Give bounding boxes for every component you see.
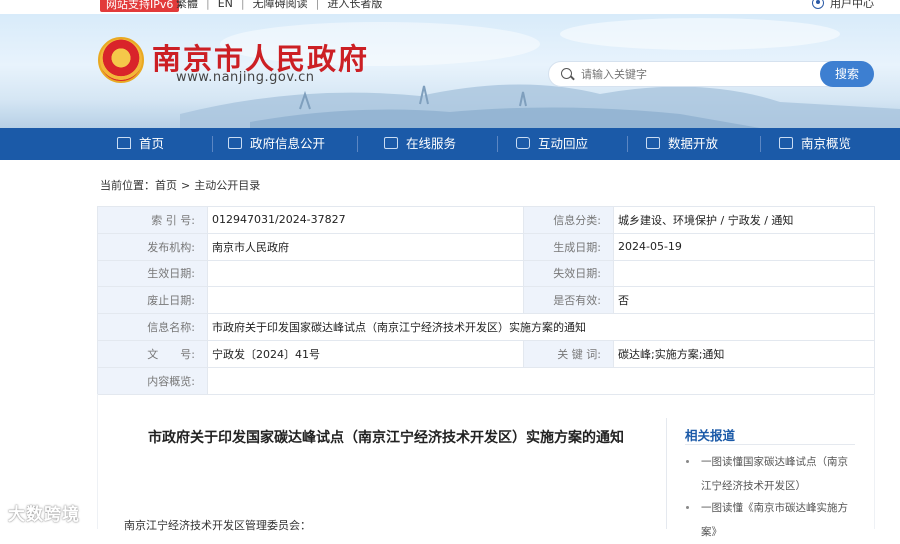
publisher-label: 发布机构:	[97, 232, 208, 261]
table-row: 文 号: 宁政发〔2024〕41号 关 键 词: 碳达峰;实施方案;通知	[97, 339, 875, 368]
index-number-label: 索 引 号:	[97, 206, 208, 234]
national-emblem-logo[interactable]	[98, 37, 144, 83]
info-name-value: 市政府关于印发国家碳达峰试点（南京江宁经济技术开发区）实施方案的通知	[207, 313, 875, 341]
expiry-date-value	[613, 259, 875, 288]
keywords-value: 碳达峰;实施方案;通知	[613, 339, 875, 368]
nav-item-interaction[interactable]: 互动回应	[516, 128, 588, 160]
data-icon	[646, 137, 660, 149]
article-title: 市政府关于印发国家碳达峰试点（南京江宁经济技术开发区）实施方案的通知	[148, 430, 624, 446]
related-reports-heading: 相关报道	[685, 428, 736, 443]
english-link[interactable]: EN	[218, 0, 233, 10]
ipv6-badge: 网站支持IPv6	[100, 0, 180, 12]
nav-divider	[212, 136, 213, 152]
nav-item-gov-info[interactable]: 政府信息公开	[228, 128, 325, 160]
nav-item-nanjing-overview[interactable]: 南京概览	[779, 128, 851, 160]
document-icon	[228, 137, 242, 149]
table-row: 信息名称: 市政府关于印发国家碳达峰试点（南京江宁经济技术开发区）实施方案的通知	[97, 313, 875, 341]
related-item[interactable]: 一图读懂国家碳达峰试点（南京江宁经济技术开发区）	[686, 450, 858, 498]
related-heading-underline	[685, 444, 855, 445]
effective-date-label: 生效日期:	[97, 259, 208, 288]
summary-value	[207, 366, 875, 395]
nav-item-home[interactable]: 首页	[117, 128, 164, 160]
effective-date-value	[207, 259, 524, 288]
repeal-date-label: 废止日期:	[97, 286, 208, 315]
breadcrumb-separator: >	[181, 179, 191, 192]
search-box: 搜索	[548, 61, 874, 87]
nav-divider	[497, 136, 498, 152]
nav-item-open-data[interactable]: 数据开放	[646, 128, 718, 160]
user-center-link[interactable]: 用户中心	[812, 0, 874, 12]
keywords-label: 关 键 词:	[523, 339, 614, 368]
table-row: 发布机构: 南京市人民政府 生成日期: 2024-05-19	[97, 232, 875, 261]
bullet-icon	[686, 460, 689, 463]
nav-divider	[357, 136, 358, 152]
nav-divider	[627, 136, 628, 152]
bullet-icon	[686, 506, 689, 509]
related-item-label: 一图读懂《南京市碳达峰实施方案》	[701, 502, 848, 538]
main-nav: 首页 政府信息公开 在线服务 互动回应 数据开放 南京概览	[0, 128, 900, 160]
search-button[interactable]: 搜索	[820, 61, 874, 87]
traditional-chinese-link[interactable]: 繁體	[176, 0, 198, 10]
elder-version-link[interactable]: 进入长者版	[327, 0, 382, 10]
table-row: 内容概览:	[97, 366, 875, 395]
is-valid-label: 是否有效:	[523, 286, 614, 315]
breadcrumb-catalog-link[interactable]: 主动公开目录	[194, 179, 260, 192]
breadcrumb: 当前位置：首页 > 主动公开目录	[100, 177, 260, 193]
top-utility-bar: 网站支持IPv6 繁體 | EN | 无障碍阅读 | 进入长者版 用户中心	[0, 0, 900, 14]
article-salutation: 南京江宁经济技术开发区管理委员会：	[124, 519, 311, 532]
watermark: 大数跨境	[8, 505, 80, 525]
nav-item-label: 南京概览	[801, 136, 852, 151]
user-center-label: 用户中心	[830, 0, 874, 10]
expiry-date-label: 失效日期:	[523, 259, 614, 288]
site-banner: 南京市人民政府 www.nanjing.gov.cn 搜索	[0, 14, 900, 128]
created-date-label: 生成日期:	[523, 232, 614, 261]
category-label: 信息分类:	[523, 206, 614, 234]
sidebar-divider	[666, 418, 667, 529]
user-icon	[812, 0, 824, 9]
search-input[interactable]	[581, 62, 811, 86]
article-content: 市政府关于印发国家碳达峰试点（南京江宁经济技术开发区）实施方案的通知 南京江宁经…	[97, 394, 875, 538]
search-icon	[561, 68, 572, 79]
summary-label: 内容概览:	[97, 366, 208, 395]
nav-divider	[760, 136, 761, 152]
doc-number-label: 文 号:	[97, 339, 208, 368]
related-item[interactable]: 一图读懂《南京市碳达峰实施方案》	[686, 496, 858, 544]
document-info-table: 索 引 号: 012947031/2024-37827 信息分类: 城乡建设、环…	[97, 206, 875, 395]
top-links: 繁體 | EN | 无障碍阅读 | 进入长者版	[176, 0, 382, 12]
table-row: 废止日期: 是否有效: 否	[97, 286, 875, 315]
home-icon	[117, 137, 131, 149]
related-item-label: 一图读懂国家碳达峰试点（南京江宁经济技术开发区）	[701, 456, 848, 492]
breadcrumb-home-link[interactable]: 首页	[155, 179, 177, 192]
table-row: 生效日期: 失效日期:	[97, 259, 875, 288]
table-row: 索 引 号: 012947031/2024-37827 信息分类: 城乡建设、环…	[97, 206, 875, 234]
building-icon	[779, 137, 793, 149]
nav-item-label: 政府信息公开	[250, 136, 326, 151]
nav-item-label: 互动回应	[538, 136, 589, 151]
chat-icon	[516, 137, 530, 149]
thumb-icon	[384, 137, 398, 149]
repeal-date-value	[207, 286, 524, 315]
publisher-value: 南京市人民政府	[207, 232, 524, 261]
nav-item-online-service[interactable]: 在线服务	[384, 128, 456, 160]
doc-number-value: 宁政发〔2024〕41号	[207, 339, 524, 368]
nav-item-label: 首页	[139, 136, 165, 151]
index-number-value: 012947031/2024-37827	[207, 206, 524, 234]
info-name-label: 信息名称:	[97, 313, 208, 341]
site-url: www.nanjing.gov.cn	[176, 70, 315, 85]
nav-item-label: 在线服务	[406, 136, 457, 151]
is-valid-value: 否	[613, 286, 875, 315]
breadcrumb-prefix: 当前位置：	[100, 179, 155, 192]
category-value: 城乡建设、环境保护 / 宁政发 / 通知	[613, 206, 875, 234]
nav-item-label: 数据开放	[668, 136, 719, 151]
accessible-reading-link[interactable]: 无障碍阅读	[253, 0, 308, 10]
created-date-value: 2024-05-19	[613, 232, 875, 261]
